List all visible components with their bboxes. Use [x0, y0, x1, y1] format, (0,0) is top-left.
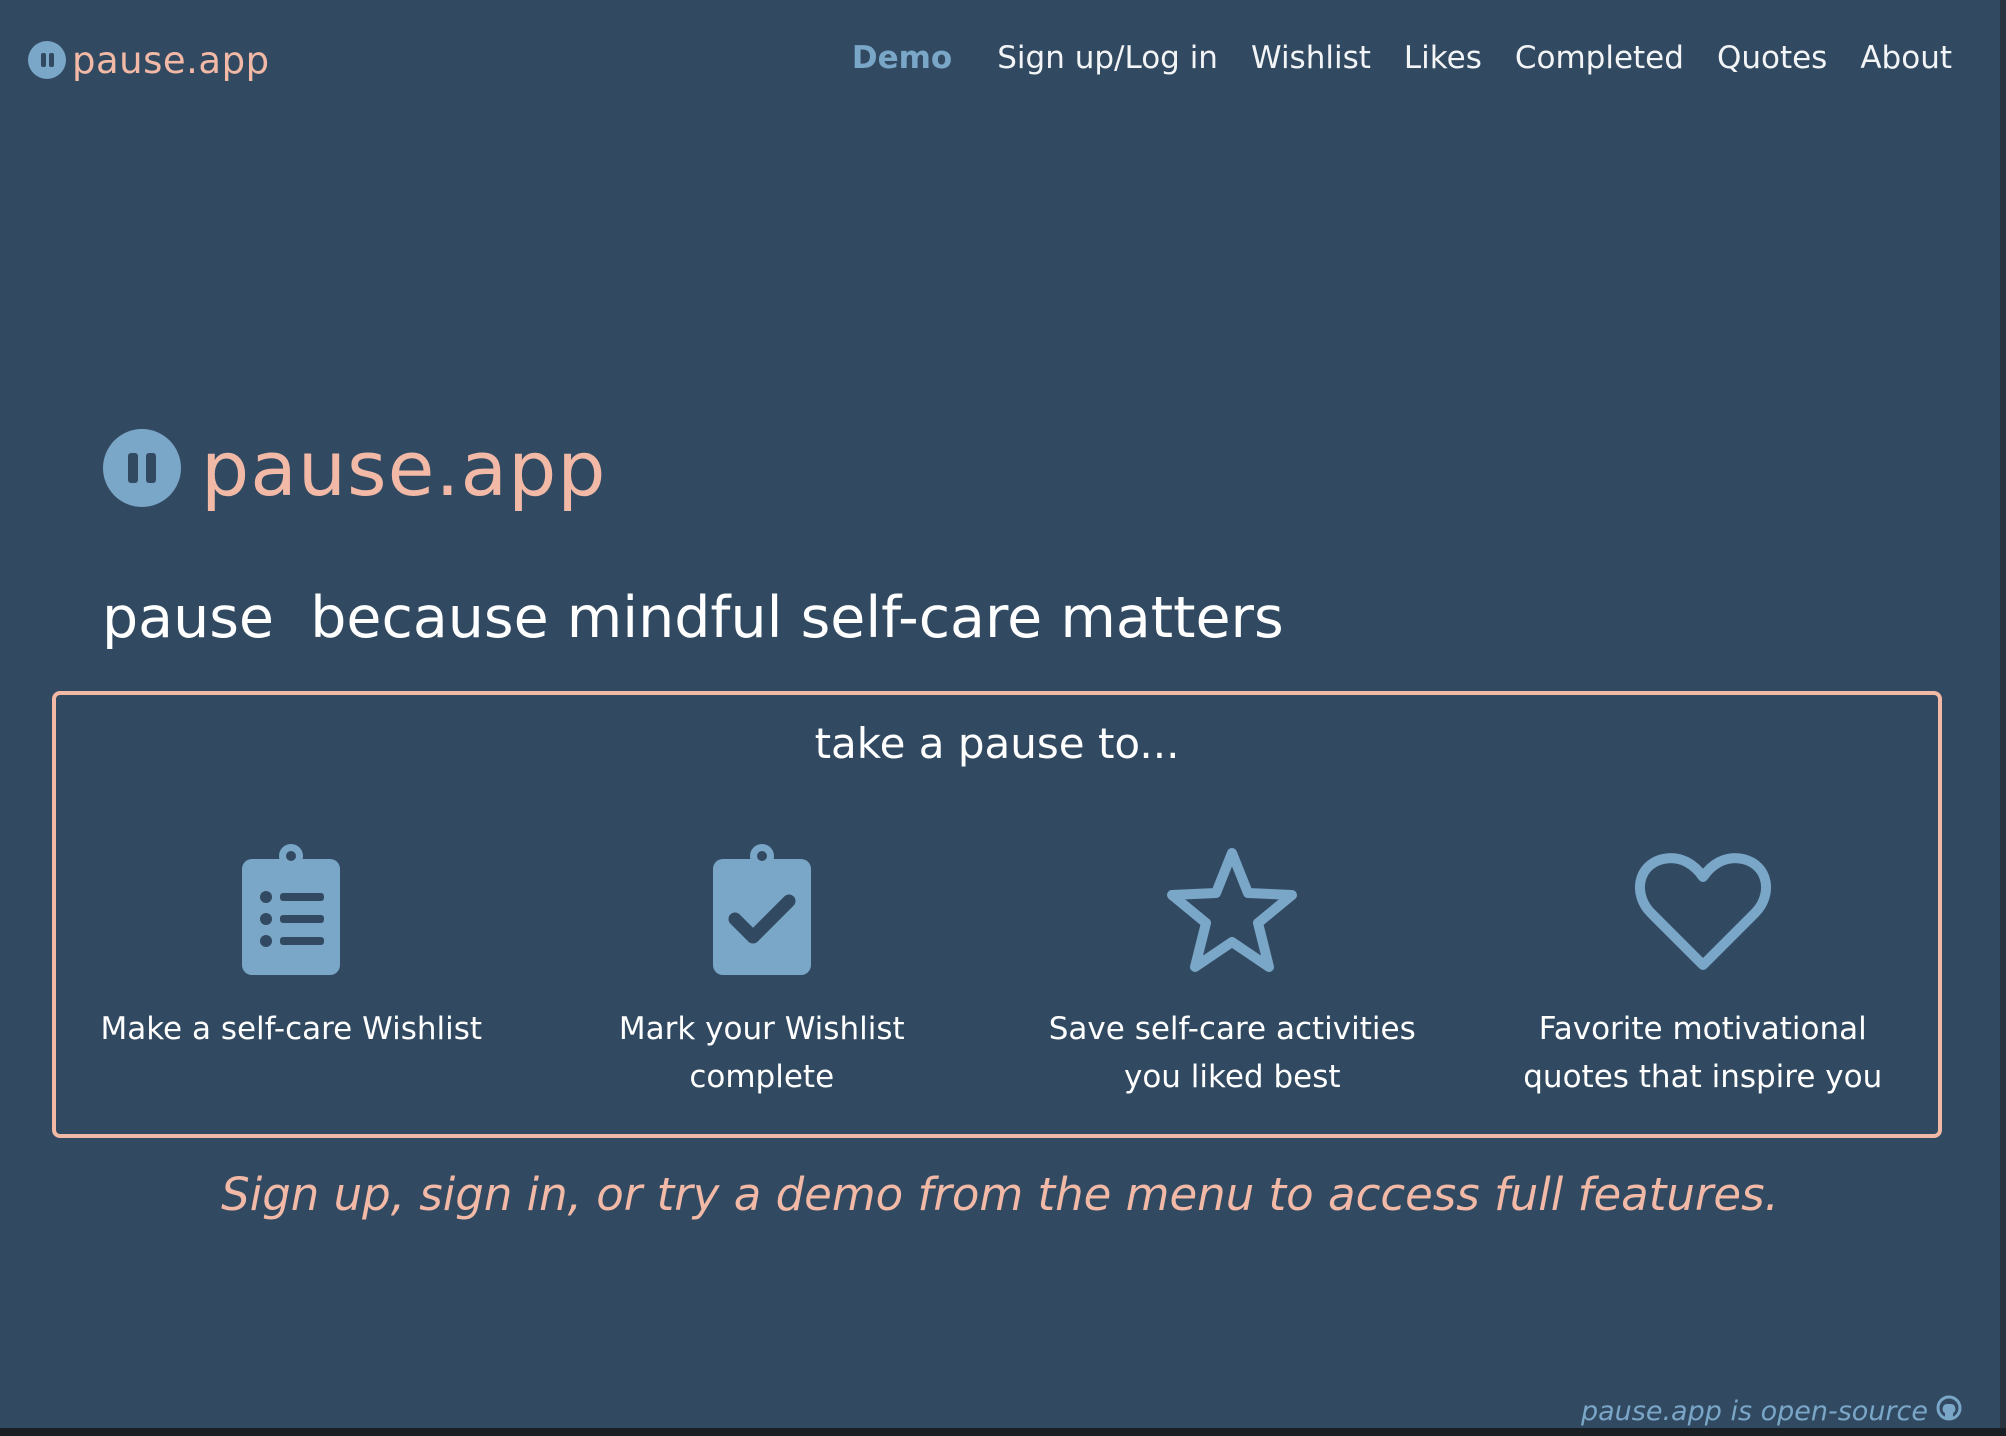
navbar: pause.app Demo Sign up/Log in Wishlist L…: [0, 0, 2000, 118]
brand-name: pause.app: [72, 38, 270, 82]
footer-text: pause.app is open-source: [1581, 1396, 1928, 1427]
clipboard-check-icon: [692, 843, 832, 979]
feature-list: Make a self-care Wishlist Mark your Wish…: [56, 843, 1938, 1101]
nav-wishlist[interactable]: Wishlist: [1251, 40, 1371, 76]
feature-text: Mark your Wishlist complete: [618, 1011, 905, 1095]
star-icon: [1162, 843, 1302, 979]
feature-item: Favorite motivational quotes that inspir…: [1468, 843, 1939, 1101]
tagline: pause because mindful self-care matters: [102, 585, 1284, 651]
pause-logo-icon: [103, 429, 181, 507]
footer-note[interactable]: pause.app is open-source: [1581, 1395, 1962, 1428]
nav-completed[interactable]: Completed: [1515, 40, 1684, 76]
page: pause.app Demo Sign up/Log in Wishlist L…: [0, 0, 2000, 1428]
feature-item: Save self-care activities you liked best: [997, 843, 1468, 1101]
window-edge: [2000, 0, 2006, 1436]
nav-demo[interactable]: Demo: [852, 40, 952, 76]
window-bottom-edge: [0, 1428, 2006, 1436]
feature-text: Save self-care activities you liked best: [1048, 1011, 1416, 1095]
feature-item: Mark your Wishlist complete: [527, 843, 998, 1101]
feature-text: Make a self-care Wishlist: [100, 1011, 483, 1047]
hero-logo: pause.app: [103, 418, 607, 518]
nav-signup-login[interactable]: Sign up/Log in: [997, 40, 1218, 76]
nav-about[interactable]: About: [1860, 40, 1952, 76]
pause-logo-icon: [28, 41, 66, 79]
nav-quotes[interactable]: Quotes: [1717, 40, 1827, 76]
nav-likes[interactable]: Likes: [1404, 40, 1482, 76]
feature-box-heading: take a pause to...: [814, 719, 1180, 768]
heart-icon: [1633, 843, 1773, 979]
cta-text: Sign up, sign in, or try a demo from the…: [221, 1168, 1779, 1221]
clipboard-list-icon: [221, 843, 361, 979]
feature-box: take a pause to... Make a self-care Wish…: [52, 691, 1942, 1138]
feature-item: Make a self-care Wishlist: [56, 843, 527, 1101]
brand-link[interactable]: pause.app: [28, 36, 270, 84]
github-icon: [1936, 1395, 1962, 1428]
hero-title: pause.app: [201, 423, 607, 513]
feature-text: Favorite motivational quotes that inspir…: [1523, 1011, 1883, 1095]
nav-links: Demo Sign up/Log in Wishlist Likes Compl…: [852, 34, 1952, 82]
